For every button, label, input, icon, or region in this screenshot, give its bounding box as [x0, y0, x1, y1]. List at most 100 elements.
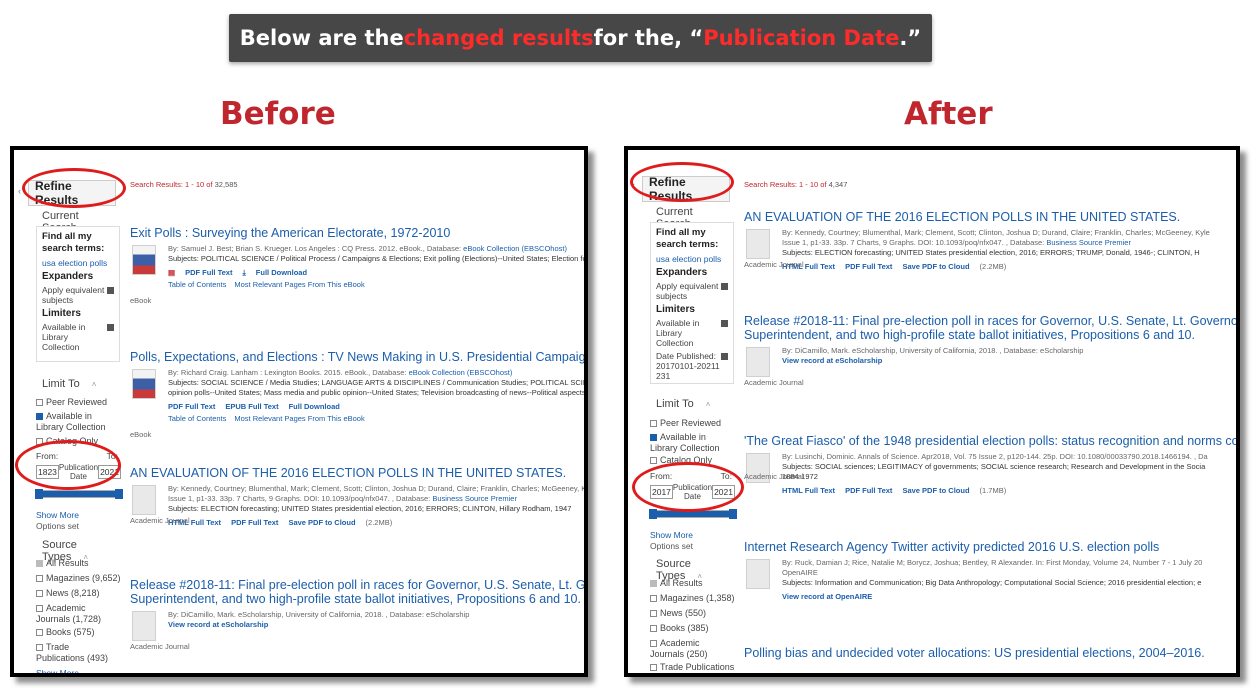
source-type-option[interactable]: Books (575): [36, 627, 95, 638]
show-more-link[interactable]: Show More: [36, 668, 79, 673]
checkbox[interactable]: [650, 595, 657, 603]
epub-full-text-link[interactable]: EPUB Full Text: [225, 402, 278, 411]
source-type-option[interactable]: News (550): [650, 608, 706, 619]
checkbox[interactable]: [650, 664, 657, 672]
slider-handle-start[interactable]: [35, 489, 43, 499]
document-thumbnail[interactable]: [132, 611, 156, 641]
slider-handle-end[interactable]: [115, 489, 123, 499]
source-type-option[interactable]: All Results: [650, 578, 703, 589]
result-title[interactable]: AN EVALUATION OF THE 2016 ELECTION POLLS…: [130, 466, 584, 480]
from-year-input[interactable]: 2017: [650, 485, 673, 499]
full-download-link[interactable]: Full Download: [256, 268, 307, 277]
checkbox[interactable]: [36, 605, 43, 613]
available-option[interactable]: Available in Library Collection: [650, 432, 734, 454]
search-query-link[interactable]: usa election polls: [42, 258, 114, 268]
peer-reviewed-option[interactable]: Peer Reviewed: [36, 397, 107, 408]
checkbox[interactable]: [36, 575, 43, 583]
checkbox[interactable]: [36, 644, 43, 652]
document-thumbnail[interactable]: [746, 229, 770, 259]
result-title[interactable]: Internet Research Agency Twitter activit…: [744, 540, 1236, 554]
checkbox[interactable]: [650, 420, 657, 428]
checkbox[interactable]: [650, 580, 657, 588]
refine-results-tab[interactable]: Refine Results: [28, 179, 116, 207]
database-link[interactable]: Business Source Premier: [1046, 238, 1131, 247]
save-to-cloud-link[interactable]: Save PDF to Cloud: [902, 262, 969, 271]
checkbox[interactable]: [36, 560, 43, 568]
date-range-slider[interactable]: [649, 509, 737, 519]
source-type-option[interactable]: News (8,218): [36, 588, 100, 599]
checkbox[interactable]: [650, 625, 657, 633]
checkbox[interactable]: [650, 434, 657, 442]
checkbox[interactable]: [36, 399, 43, 407]
result-title-continued[interactable]: Superintendent, and two high-profile sta…: [744, 328, 1236, 342]
available-option[interactable]: Available in Library Collection: [36, 411, 120, 433]
pdf-full-text-link[interactable]: PDF Full Text: [845, 262, 892, 271]
document-thumbnail[interactable]: [746, 347, 770, 377]
checkbox[interactable]: [36, 629, 43, 637]
show-more-link[interactable]: Show More: [650, 530, 693, 540]
full-download-link[interactable]: Full Download: [289, 402, 340, 411]
relevant-pages-link[interactable]: Most Relevant Pages From This eBook: [234, 280, 364, 289]
remove-icon[interactable]: [107, 324, 114, 331]
document-thumbnail[interactable]: [746, 559, 770, 589]
result-title[interactable]: AN EVALUATION OF THE 2016 ELECTION POLLS…: [744, 210, 1236, 224]
to-year-input[interactable]: 2021: [98, 465, 121, 479]
result-title[interactable]: Exit Polls : Surveying the American Elec…: [130, 226, 584, 240]
result-title[interactable]: Release #2018-11: Final pre-election pol…: [130, 578, 584, 592]
view-record-link[interactable]: View record at OpenAIRE: [782, 592, 1236, 602]
book-cover-image[interactable]: [132, 245, 156, 275]
pdf-full-text-link[interactable]: PDF Full Text: [845, 486, 892, 495]
relevant-pages-link[interactable]: Most Relevant Pages From This eBook: [234, 414, 364, 423]
checkbox[interactable]: [650, 610, 657, 618]
html-full-text-link[interactable]: HTML Full Text: [782, 486, 835, 495]
date-range-slider[interactable]: [35, 489, 123, 499]
database-link[interactable]: eBook Collection (EBSCOhost): [463, 244, 567, 253]
collapse-arrow-icon[interactable]: ‹: [18, 186, 21, 196]
remove-icon[interactable]: [721, 320, 728, 327]
show-more-link[interactable]: Show More: [36, 510, 79, 520]
checkbox[interactable]: [36, 590, 43, 598]
limit-to-heading[interactable]: Limit To ˄: [42, 378, 96, 390]
search-query-link[interactable]: usa election polls: [656, 254, 728, 264]
remove-icon[interactable]: [721, 283, 728, 290]
result-title[interactable]: Release #2018-11: Final pre-election pol…: [744, 314, 1236, 328]
book-cover-image[interactable]: [132, 369, 156, 399]
slider-handle-end[interactable]: [729, 509, 737, 519]
source-type-option[interactable]: Magazines (1,358): [650, 593, 735, 604]
checkbox[interactable]: [36, 413, 43, 421]
peer-reviewed-option[interactable]: Peer Reviewed: [650, 418, 721, 429]
source-type-option[interactable]: Academic Journals (1,728): [36, 603, 120, 625]
collapse-arrow-icon[interactable]: ‹: [632, 180, 635, 190]
document-thumbnail[interactable]: [132, 485, 156, 515]
remove-icon[interactable]: [721, 353, 728, 360]
catalog-only-option[interactable]: Catalog Only: [36, 436, 98, 447]
result-title[interactable]: Polling bias and undecided voter allocat…: [744, 646, 1236, 660]
source-type-option[interactable]: Trade Publications: [650, 662, 734, 673]
source-type-option[interactable]: Books (385): [650, 623, 709, 634]
catalog-only-option[interactable]: Catalog Only: [650, 455, 712, 466]
database-link[interactable]: eBook Collection (EBSCOhost): [409, 368, 513, 377]
checkbox[interactable]: [650, 457, 657, 465]
result-title-continued[interactable]: Superintendent, and two high-profile sta…: [130, 592, 584, 606]
checkbox[interactable]: [650, 640, 657, 648]
save-to-cloud-link[interactable]: Save PDF to Cloud: [902, 486, 969, 495]
to-year-input[interactable]: 2021: [712, 485, 735, 499]
options-set-link[interactable]: Options set: [36, 521, 79, 531]
result-title[interactable]: 'The Great Fiasco' of the 1948 president…: [744, 434, 1236, 448]
source-type-option[interactable]: Magazines (9,652): [36, 573, 121, 584]
pdf-full-text-link[interactable]: PDF Full Text: [231, 518, 278, 527]
source-type-option[interactable]: Trade Publications (493): [36, 642, 120, 664]
checkbox[interactable]: [36, 438, 43, 446]
limit-to-heading[interactable]: Limit To ˄: [656, 398, 710, 410]
refine-results-tab[interactable]: Refine Results: [642, 175, 730, 203]
slider-handle-start[interactable]: [649, 509, 657, 519]
database-link[interactable]: Business Source Premier: [432, 494, 517, 503]
source-type-option[interactable]: Academic Journals (250): [650, 638, 734, 660]
result-title[interactable]: Polls, Expectations, and Elections : TV …: [130, 350, 584, 364]
from-year-input[interactable]: 1823: [36, 465, 59, 479]
remove-icon[interactable]: [107, 287, 114, 294]
table-of-contents-link[interactable]: Table of Contents: [168, 280, 226, 289]
view-record-link[interactable]: View record at eScholarship: [168, 620, 584, 630]
source-type-option[interactable]: All Results: [36, 558, 89, 569]
table-of-contents-link[interactable]: Table of Contents: [168, 414, 226, 423]
